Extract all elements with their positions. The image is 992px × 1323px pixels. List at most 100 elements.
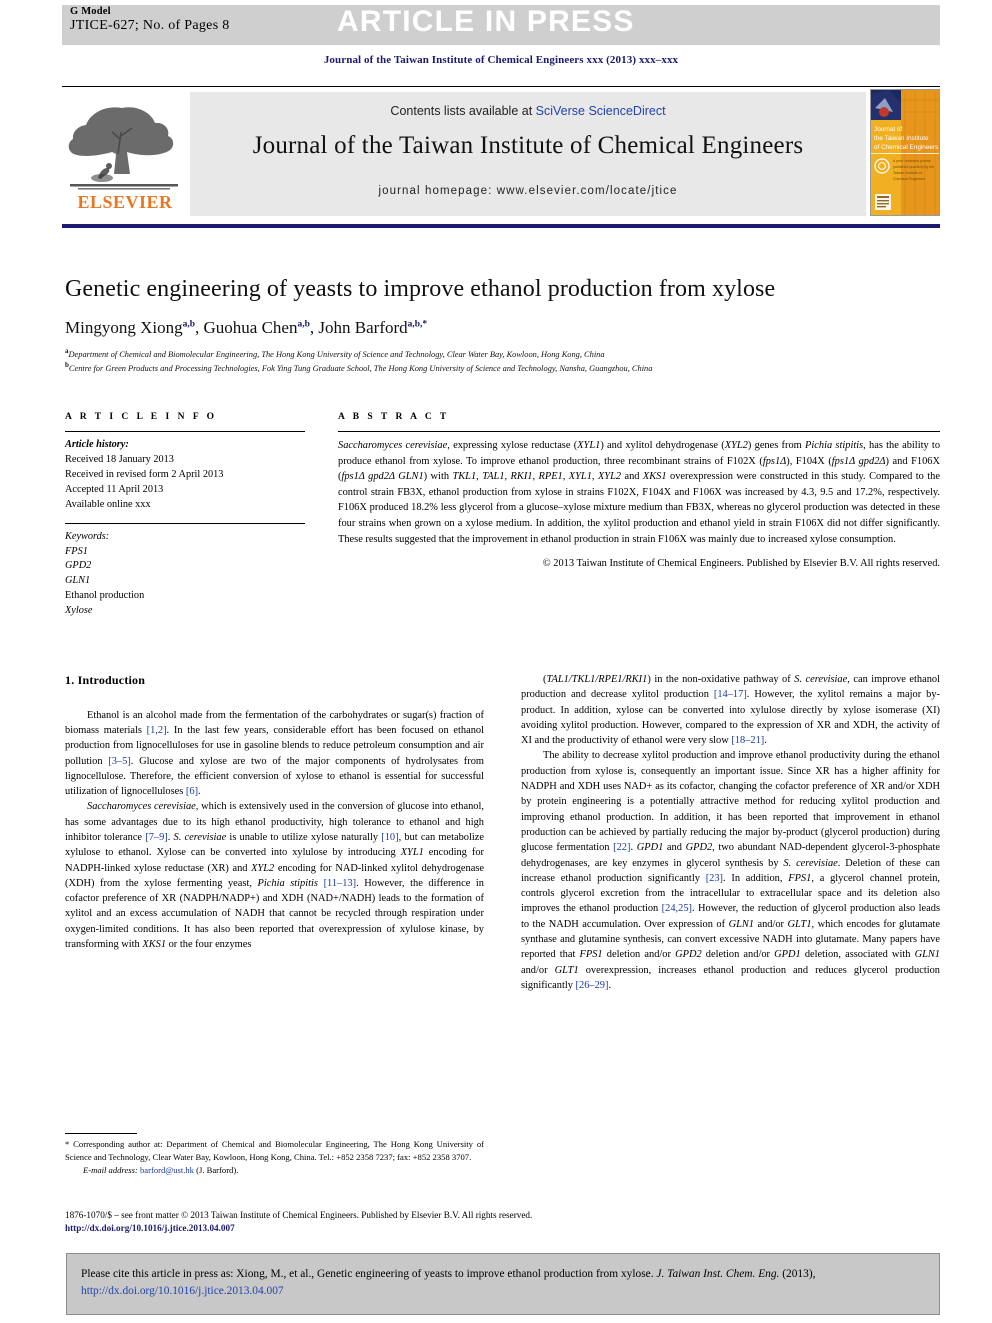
italic-term: GPD1 xyxy=(636,842,664,854)
keyword-item: GLN1 xyxy=(65,575,91,587)
svg-text:Taiwan Institute of: Taiwan Institute of xyxy=(893,171,922,175)
citation-ref[interactable]: [22] xyxy=(613,842,630,853)
body-paragraph: (TAL1/TKL1/RPE1/RKI1) in the non-oxidati… xyxy=(521,674,941,747)
body-column-left: 1. Introduction Ethanol is an alcohol ma… xyxy=(65,672,484,952)
article-history-item: Accepted 11 April 2013 xyxy=(65,483,164,495)
italic-term: FPS1 xyxy=(579,949,603,961)
citation-ref[interactable]: [1,2] xyxy=(147,725,167,736)
sciencedirect-link[interactable]: SciVerse ScienceDirect xyxy=(536,104,666,118)
keywords-items: FPS1 GPD2 GLN1 Ethanol production Xylose xyxy=(65,546,144,617)
article-info-heading: A R T I C L E I N F O xyxy=(65,412,218,422)
author-list: Mingyong Xionga,b, Guohua Chena,b, John … xyxy=(65,318,428,337)
italic-term: GPD2 xyxy=(685,842,713,854)
right-column-paragraphs: (TAL1/TKL1/RPE1/RKI1) in the non-oxidati… xyxy=(521,672,940,993)
affiliation-item: bCentre for Green Products and Processin… xyxy=(65,360,653,373)
italic-term: Pichia stipitis xyxy=(257,877,318,889)
masthead-bottom-rule xyxy=(62,224,940,228)
svg-text:A peer-reviewed journal: A peer-reviewed journal xyxy=(893,159,931,163)
italic-term: XYL2 xyxy=(724,440,748,451)
body-paragraph: Saccharomyces cerevisiae, which is exten… xyxy=(65,801,485,951)
journal-homepage[interactable]: journal homepage: www.elsevier.com/locat… xyxy=(190,185,866,197)
citation-ref[interactable]: [14–17] xyxy=(714,689,747,700)
svg-text:Journal of: Journal of xyxy=(874,126,902,133)
italic-term: RKI1 xyxy=(510,471,533,483)
italic-term: GLT1 xyxy=(787,918,812,930)
keyword-item: GPD2 xyxy=(65,560,92,572)
running-head: Journal of the Taiwan Institute of Chemi… xyxy=(323,54,679,66)
citation-ref[interactable]: [6] xyxy=(186,786,198,797)
elsevier-wordmark: ELSEVIER xyxy=(77,192,173,212)
keywords-rule xyxy=(65,522,305,524)
article-history-item: Available online xxx xyxy=(65,498,151,510)
italic-term: GLN1 xyxy=(914,949,940,961)
masthead-center: Contents lists available at SciVerse Sci… xyxy=(190,92,866,216)
article-history-item: Received in revised form 2 April 2013 xyxy=(65,468,224,480)
italic-term: GLN1 xyxy=(398,471,424,483)
svg-text:of Chemical Engineers: of Chemical Engineers xyxy=(874,144,938,151)
citation-ref[interactable]: [10] xyxy=(381,832,398,843)
author-email-link[interactable]: barford@ust.hk xyxy=(140,1165,194,1175)
article-in-press-text: ARTICLE IN PRESS xyxy=(337,5,635,38)
manuscript-id: JTICE-627; No. of Pages 8 xyxy=(70,18,230,34)
affiliation-list: aDepartment of Chemical and Biomolecular… xyxy=(65,347,941,374)
doi-link[interactable]: http://dx.doi.org/10.1016/j.jtice.2013.0… xyxy=(65,1222,941,1235)
footnote-block: * Corresponding author at: Department of… xyxy=(65,1138,484,1177)
left-column-paragraphs: Ethanol is an alcohol made from the ferm… xyxy=(65,708,484,953)
svg-text:the Taiwan Institute: the Taiwan Institute xyxy=(874,135,929,142)
italic-term: TKL1 xyxy=(452,471,477,483)
italic-term: Saccharomyces cerevisiae xyxy=(338,440,448,451)
author-name: Guohua Chen xyxy=(203,318,298,337)
article-info-rule xyxy=(65,431,305,432)
author-affiliation-mark: a,b xyxy=(182,319,196,330)
affiliation-item: aDepartment of Chemical and Biomolecular… xyxy=(65,347,605,359)
citation-ref[interactable]: [7–9] xyxy=(145,832,168,843)
italic-term: RPE1 xyxy=(598,674,623,685)
section-heading-introduction: 1. Introduction xyxy=(65,673,146,687)
paper-page: G Model JTICE-627; No. of Pages 8 ARTICL… xyxy=(0,0,992,1323)
body-column-right: (TAL1/TKL1/RPE1/RKI1) in the non-oxidati… xyxy=(521,672,940,993)
keyword-item: Ethanol production xyxy=(65,590,145,602)
italic-term: GLT1 xyxy=(554,964,579,976)
italic-term: S. cerevisiae xyxy=(173,832,227,843)
abstract-rule xyxy=(338,431,940,432)
italic-term: Pichia stipitis xyxy=(805,440,864,451)
italic-term: S. cerevisiae xyxy=(783,857,838,869)
page-title: Genetic engineering of yeasts to improve… xyxy=(65,276,776,302)
journal-title: Journal of the Taiwan Institute of Chemi… xyxy=(252,132,804,159)
author-affiliation-mark: a,b,* xyxy=(407,319,428,330)
citation-ref[interactable]: [26–29] xyxy=(576,980,609,991)
citation-ref[interactable]: [18–21] xyxy=(731,735,764,746)
svg-text:Chemical Engineers: Chemical Engineers xyxy=(893,177,925,181)
contents-available-line: Contents lists available at SciVerse Sci… xyxy=(190,104,866,118)
citation-ref[interactable]: [23] xyxy=(706,873,723,884)
keywords-block: Keywords: FPS1 GPD2 GLN1 Ethanol production… xyxy=(65,530,305,620)
masthead: ELSEVIER Contents lists available at Sci… xyxy=(62,89,940,217)
cite-doi-link[interactable]: http://dx.doi.org/10.1016/j.jtice.2013.0… xyxy=(81,1285,284,1297)
citation-ref[interactable]: [11–13] xyxy=(324,878,357,889)
italic-term: S. cerevisiae xyxy=(794,674,848,685)
cite-this-article-box: Please cite this article in press as: Xi… xyxy=(66,1253,940,1315)
abstract-text: Saccharomyces cerevisiae, expressing xyl… xyxy=(338,440,941,545)
italic-term: RKI1 xyxy=(625,674,648,685)
citation-ref[interactable]: [24,25] xyxy=(662,903,692,914)
italic-term: fps1Δ gpd2Δ xyxy=(831,455,886,467)
contents-prefix: Contents lists available at xyxy=(390,104,536,118)
italic-term: RPE1 xyxy=(538,471,563,483)
italic-term: GPD1 xyxy=(774,949,801,961)
issn-copyright-line: 1876-1070/$ – see front matter © 2013 Ta… xyxy=(65,1210,533,1220)
corresponding-author-note: * Corresponding author at: Department of… xyxy=(65,1139,484,1162)
svg-text:published quarterly by the: published quarterly by the xyxy=(893,165,934,169)
cite-prefix: Please cite this article in press as: Xi… xyxy=(81,1268,657,1280)
citation-ref[interactable]: [3–5] xyxy=(108,756,131,767)
italic-term: XYL1 xyxy=(568,471,592,483)
g-model-label: G Model xyxy=(70,6,111,17)
italic-term: XYL2 xyxy=(251,862,275,874)
keywords-label: Keywords: xyxy=(65,530,110,542)
cite-year: (2013), xyxy=(779,1268,816,1280)
front-matter-block: 1876-1070/$ – see front matter © 2013 Ta… xyxy=(65,1209,941,1236)
keyword-item: FPS1 xyxy=(65,545,88,557)
article-history-items: Received 18 January 2013 Received in revi… xyxy=(65,454,223,510)
cite-journal-abbrev: J. Taiwan Inst. Chem. Eng. xyxy=(656,1268,780,1280)
elsevier-tree-icon xyxy=(68,107,178,190)
italic-term: XYL1 xyxy=(400,847,424,859)
